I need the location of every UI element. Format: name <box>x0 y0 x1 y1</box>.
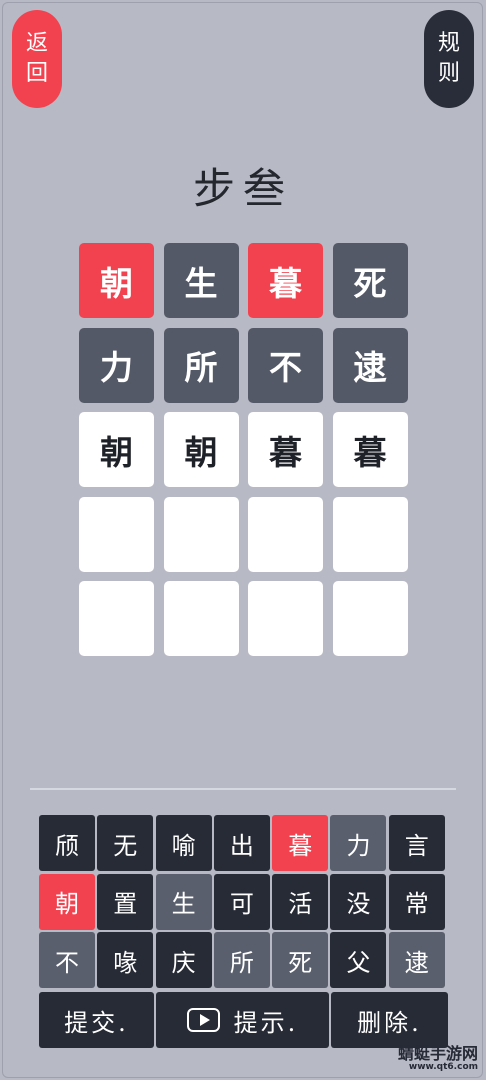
board-tile: 逮 <box>332 327 408 403</box>
board-tile <box>332 581 408 656</box>
board-tile <box>79 496 154 572</box>
watermark: 蜻蜓手游网 www.qt6.com <box>348 1046 478 1074</box>
board-tile: 力 <box>79 327 154 403</box>
character-keyboard: 颀无喻出暮力言朝置生可活没常不喙庆所死父逮 <box>39 815 445 988</box>
keyboard-key[interactable]: 喙 <box>97 932 154 988</box>
keyboard-key[interactable]: 朝 <box>39 873 95 930</box>
keyboard-key[interactable]: 颀 <box>39 815 95 871</box>
keyboard-key[interactable]: 力 <box>330 815 387 871</box>
divider <box>30 788 456 790</box>
keyboard-key[interactable]: 无 <box>97 815 154 871</box>
keyboard-key[interactable]: 死 <box>272 932 329 988</box>
submit-label: 提交. <box>64 1008 129 1037</box>
guess-board: 朝生暮死力所不逮朝朝暮暮 <box>79 243 408 656</box>
action-bar: 提交. 提示. 删除. <box>39 992 448 1048</box>
video-play-icon <box>186 1008 220 1032</box>
board-tile <box>248 581 323 656</box>
board-tile: 不 <box>248 327 323 403</box>
board-tile <box>163 496 239 572</box>
keyboard-key[interactable]: 父 <box>330 932 387 988</box>
delete-button[interactable]: 删除. <box>331 992 448 1048</box>
board-tile: 暮 <box>248 412 323 487</box>
keyboard-key[interactable]: 可 <box>213 873 270 930</box>
board-tile: 所 <box>163 327 239 403</box>
rules-button[interactable]: 规 则 <box>424 10 474 108</box>
board-tile: 朝 <box>79 412 154 487</box>
board-tile: 暮 <box>248 243 323 318</box>
keyboard-key[interactable]: 言 <box>388 815 445 871</box>
keyboard-key[interactable]: 庆 <box>155 932 212 988</box>
rules-label-char-2: 则 <box>437 61 460 86</box>
board-tile <box>79 581 154 656</box>
keyboard-key[interactable]: 不 <box>39 932 95 988</box>
board-tile: 死 <box>332 243 408 318</box>
keyboard-key[interactable]: 常 <box>388 873 445 930</box>
keyboard-key[interactable]: 逮 <box>388 932 445 988</box>
hint-label: 提示. <box>233 1008 299 1037</box>
keyboard-key[interactable]: 生 <box>155 873 212 930</box>
rules-label-char-1: 规 <box>437 31 460 56</box>
submit-button[interactable]: 提交. <box>39 992 154 1048</box>
keyboard-key[interactable]: 出 <box>213 815 270 871</box>
back-label-char-2: 回 <box>25 61 48 86</box>
hint-button[interactable]: 提示. <box>156 992 329 1048</box>
keyboard-key[interactable]: 活 <box>272 873 329 930</box>
board-tile: 暮 <box>332 412 408 487</box>
page-title: 步叁 <box>192 164 293 213</box>
delete-label: 删除. <box>357 1008 422 1037</box>
board-tile <box>332 496 408 572</box>
board-tile <box>163 581 239 656</box>
watermark-name: 蜻蜓手游网 <box>397 1044 478 1063</box>
board-tile: 生 <box>163 243 239 318</box>
back-label-char-1: 返 <box>25 31 48 56</box>
keyboard-key[interactable]: 暮 <box>272 815 329 871</box>
board-tile: 朝 <box>79 243 154 318</box>
watermark-url: www.qt6.com <box>408 1062 478 1072</box>
keyboard-key[interactable]: 没 <box>330 873 387 930</box>
keyboard-key[interactable]: 喻 <box>155 815 212 871</box>
board-tile: 朝 <box>163 412 239 487</box>
keyboard-key[interactable]: 置 <box>97 873 154 930</box>
board-tile <box>248 496 323 572</box>
back-button[interactable]: 返 回 <box>12 10 62 108</box>
keyboard-key[interactable]: 所 <box>213 932 270 988</box>
